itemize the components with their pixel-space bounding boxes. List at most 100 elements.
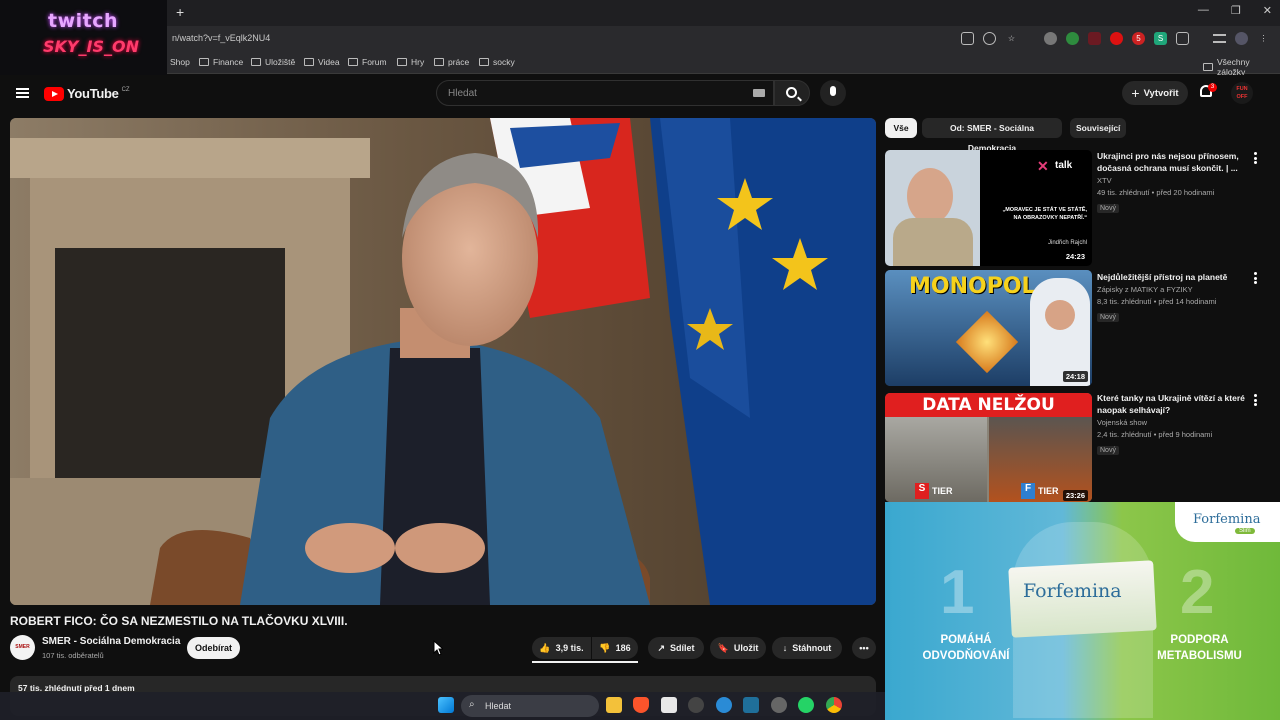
youtube-logo[interactable]: YouTube CZ xyxy=(44,86,130,101)
related-thumbnail-3[interactable]: DATA NELŽOU S TIER F TIER 23:26 xyxy=(885,393,1092,502)
thumb-3-text: DATA NELŽOU xyxy=(922,395,1055,415)
chip-related[interactable]: Související xyxy=(1070,118,1126,138)
tab-list-icon[interactable] xyxy=(1213,34,1226,43)
folder-icon xyxy=(199,58,209,66)
duration-badge: 24:23 xyxy=(1062,251,1088,262)
extension-green-icon[interactable] xyxy=(1066,32,1079,45)
extension-dark-red-icon[interactable] xyxy=(1088,32,1101,45)
thumb-2-face xyxy=(1045,300,1075,330)
search-button[interactable] xyxy=(774,80,810,106)
thumb-2-person xyxy=(1030,278,1090,386)
bookmark-finance[interactable]: Finance xyxy=(199,57,243,67)
bookmark-prace[interactable]: práce xyxy=(434,57,469,67)
settings-app-icon[interactable] xyxy=(688,697,704,713)
related-info-3[interactable]: Které tanky na Ukrajině vítězí a které n… xyxy=(1097,392,1247,457)
related-thumbnail-2[interactable]: MONOPOL 24:18 xyxy=(885,270,1092,386)
chrome-icon[interactable] xyxy=(826,697,842,713)
bookmark-socky[interactable]: socky xyxy=(479,57,515,67)
folder-icon xyxy=(434,58,444,66)
whatsapp-icon[interactable] xyxy=(798,697,814,713)
voice-search-icon[interactable] xyxy=(820,80,846,106)
star-icon[interactable]: ☆ xyxy=(1005,32,1018,45)
app-teal-icon[interactable] xyxy=(743,697,759,713)
advertisement[interactable]: Forfemina Slim 1 2 Forfemina POMÁHÁ ODVO… xyxy=(885,502,1280,720)
subscribe-button[interactable]: Odebírat xyxy=(187,637,240,659)
file-explorer-icon[interactable] xyxy=(606,697,622,713)
channel-name[interactable]: SMER - Sociálna Demokracia xyxy=(42,636,180,647)
extension-s-icon[interactable]: S xyxy=(1154,32,1167,45)
thumbs-up-icon: 👍 xyxy=(539,642,551,653)
thumb-1-brand: talk xyxy=(1055,160,1073,171)
extension-5-icon[interactable]: 5 xyxy=(1132,32,1145,45)
folder-icon xyxy=(348,58,358,66)
bookmark-icon: 🔖 xyxy=(717,642,729,653)
related-title: Které tanky na Ukrajině vítězí a které n… xyxy=(1097,393,1245,415)
tier-f-label: TIER xyxy=(1038,486,1059,496)
bookmark-uloziste[interactable]: Uložiště xyxy=(251,57,295,67)
browser-tab-bar: + — ❐ ✕ xyxy=(0,0,1280,26)
save-button[interactable]: 🔖 Uložit xyxy=(710,637,766,659)
ad-brand-sub: Slim xyxy=(1235,528,1255,534)
thumb-1-face xyxy=(907,168,953,224)
like-button[interactable]: 👍 3,9 tis. xyxy=(532,637,591,659)
profile-icon[interactable] xyxy=(1235,32,1248,45)
hide-icon[interactable] xyxy=(983,32,996,45)
extension-red-icon[interactable] xyxy=(1110,32,1123,45)
extension-glasses-icon[interactable] xyxy=(1044,32,1057,45)
more-options-icon[interactable] xyxy=(1254,272,1257,284)
related-title: Nejdůležitější přístroj na planetě xyxy=(1097,272,1228,282)
related-info-1[interactable]: Ukrajinci pro nás nejsou přínosem, dočas… xyxy=(1097,150,1247,215)
keyboard-icon[interactable] xyxy=(753,89,765,97)
chip-all[interactable]: Vše xyxy=(885,118,917,138)
mouse-cursor-icon xyxy=(433,640,443,656)
windows-start-icon[interactable] xyxy=(438,697,454,713)
more-actions-button[interactable]: ••• xyxy=(852,637,876,659)
download-button[interactable]: ↓ Stáhnout xyxy=(772,637,842,659)
related-channel: XTV xyxy=(1097,176,1112,185)
x-logo-icon: ✕ xyxy=(1037,158,1049,174)
menu-dots-icon[interactable]: ⋮ xyxy=(1257,32,1270,45)
more-options-icon[interactable] xyxy=(1254,152,1257,164)
share-button[interactable]: ↗ Sdílet xyxy=(648,637,704,659)
bookmark-shop[interactable]: Shop xyxy=(170,57,190,67)
minimize-button[interactable]: — xyxy=(1198,4,1209,17)
youtube-header: YouTube CZ Hledat + Vytvořit 3 FUN OFF xyxy=(0,75,1280,113)
app-gray-icon[interactable] xyxy=(771,697,787,713)
menu-hamburger-icon[interactable] xyxy=(16,88,29,98)
folder-icon xyxy=(479,58,489,66)
brave-browser-icon[interactable] xyxy=(633,697,649,713)
taskbar-search[interactable]: ⌕ Hledat xyxy=(461,695,599,717)
ad-number-1: 1 xyxy=(940,558,975,627)
plus-icon: + xyxy=(1131,85,1140,101)
all-bookmarks[interactable]: Všechny záložky xyxy=(1203,57,1280,77)
video-player[interactable] xyxy=(10,118,876,605)
extensions-puzzle-icon[interactable] xyxy=(1176,32,1189,45)
calculator-icon[interactable] xyxy=(661,697,677,713)
bookmark-forum[interactable]: Forum xyxy=(348,57,387,67)
maximize-button[interactable]: ❐ xyxy=(1231,4,1241,17)
tier-s-badge: S xyxy=(915,483,929,499)
dislike-button[interactable]: 👎 186 xyxy=(592,637,638,659)
video-title: ROBERT FICO: ČO SA NEZMESTILO NA TLAČOVK… xyxy=(10,614,348,628)
more-options-icon[interactable] xyxy=(1254,394,1257,406)
create-button[interactable]: + Vytvořit xyxy=(1122,81,1188,105)
thumb-1-suit xyxy=(893,218,973,266)
related-info-2[interactable]: Nejdůležitější přístroj na planetě Zápis… xyxy=(1097,271,1247,324)
channel-avatar[interactable]: SMER xyxy=(10,635,35,660)
url-field[interactable]: n/watch?v=f_vEqlk2NU4 xyxy=(172,33,270,43)
related-title: Ukrajinci pro nás nejsou přínosem, dočas… xyxy=(1097,151,1239,173)
app-blue-icon[interactable] xyxy=(716,697,732,713)
new-badge: Nový xyxy=(1097,313,1119,322)
new-tab-button[interactable]: + xyxy=(176,4,184,20)
close-window-button[interactable]: ✕ xyxy=(1263,4,1272,17)
overlay-line-2: SKY_IS_ON xyxy=(43,37,139,56)
related-meta: 8,3 tis. zhlédnutí • před 14 hodinami xyxy=(1097,297,1217,306)
cast-icon[interactable] xyxy=(961,32,974,45)
bookmark-videa[interactable]: Videa xyxy=(304,57,340,67)
related-thumbnail-1[interactable]: ✕ talk „MORAVEC JE STÁT VE STÁTĚ, NA OBR… xyxy=(885,150,1092,266)
bookmark-hry[interactable]: Hry xyxy=(397,57,424,67)
window-controls: — ❐ ✕ xyxy=(1198,4,1272,17)
chip-from-channel[interactable]: Od: SMER - Sociálna Demokracia xyxy=(922,118,1062,153)
search-input[interactable]: Hledat xyxy=(436,80,774,106)
avatar[interactable]: FUN OFF xyxy=(1231,82,1253,104)
